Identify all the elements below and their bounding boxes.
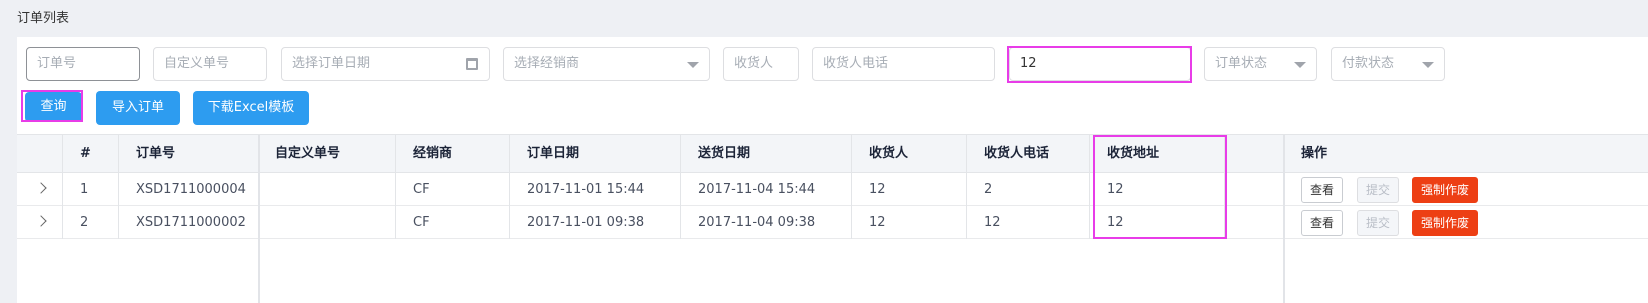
column-header-delivery-date: 送货日期: [698, 146, 751, 161]
column-divider: [1224, 135, 1225, 239]
column-divider: [1089, 135, 1090, 239]
query-button[interactable]: 查询: [25, 92, 82, 122]
cell-address: 12: [1107, 215, 1124, 230]
custom-no-input[interactable]: 自定义单号: [153, 47, 267, 81]
column-divider: [118, 135, 119, 239]
cell-consignee: 12: [869, 215, 886, 230]
table-header: # 订单号 自定义单号 经销商 订单日期 送货日期 收货人 收货人电话 收货地址…: [17, 135, 1648, 173]
consignee-phone-input[interactable]: 收货人电话: [812, 47, 995, 81]
cell-delivery-date: 2017-11-04 09:38: [698, 215, 816, 230]
view-button[interactable]: 查看: [1301, 210, 1344, 236]
order-no-input[interactable]: 订单号: [26, 47, 140, 81]
cell-distributor: CF: [413, 215, 430, 230]
column-divider: [966, 135, 967, 239]
consignee-input[interactable]: 收货人: [723, 47, 799, 81]
column-divider: [680, 135, 681, 239]
fixed-column-divider-right: [1283, 135, 1285, 303]
order-date-picker[interactable]: 选择订单日期: [281, 47, 490, 81]
cell-distributor: CF: [413, 182, 430, 197]
fixed-column-divider-left: [258, 135, 260, 303]
order-panel: 订单号 自定义单号 选择订单日期 选择经销商 收货人 收货人电话 12 订单状态…: [17, 37, 1648, 303]
column-divider: [62, 135, 63, 239]
force-void-button[interactable]: 强制作废: [1412, 177, 1479, 203]
column-header-order-date: 订单日期: [527, 146, 580, 161]
page-title: 订单列表: [17, 11, 70, 26]
order-date-placeholder: 选择订单日期: [292, 56, 371, 71]
column-divider: [395, 135, 396, 239]
column-header-order-no: 订单号: [136, 146, 176, 161]
column-header-actions: 操作: [1301, 146, 1328, 161]
column-header-index: #: [80, 146, 91, 161]
submit-button[interactable]: 提交: [1357, 210, 1400, 236]
submit-button[interactable]: 提交: [1357, 177, 1400, 203]
expand-chevron-icon[interactable]: [35, 215, 47, 227]
column-divider: [851, 135, 852, 239]
cell-order-date: 2017-11-01 15:44: [527, 182, 645, 197]
cell-consignee-phone: 2: [984, 182, 993, 197]
cell-delivery-date: 2017-11-04 15:44: [698, 182, 816, 197]
cell-order-no: XSD1711000004: [136, 182, 246, 197]
distributor-select[interactable]: 选择经销商: [503, 47, 710, 81]
column-header-custom-no: 自定义单号: [275, 146, 341, 161]
calendar-icon: [466, 58, 478, 70]
cell-index: 1: [80, 182, 89, 197]
column-divider: [509, 135, 510, 239]
cell-consignee: 12: [869, 182, 886, 197]
column-header-consignee-phone: 收货人电话: [984, 146, 1050, 161]
address-input[interactable]: 12: [1009, 47, 1191, 81]
cell-address: 12: [1107, 182, 1124, 197]
distributor-placeholder: 选择经销商: [514, 56, 580, 71]
force-void-button[interactable]: 强制作废: [1412, 210, 1479, 236]
table-row: 2 XSD1711000002 CF 2017-11-01 09:38 2017…: [17, 206, 1648, 239]
cell-index: 2: [80, 215, 89, 230]
order-table: # 订单号 自定义单号 经销商 订单日期 送货日期 收货人 收货人电话 收货地址…: [17, 134, 1648, 303]
payment-status-select[interactable]: 付款状态: [1331, 47, 1445, 81]
import-order-button[interactable]: 导入订单: [96, 91, 180, 125]
order-status-select[interactable]: 订单状态: [1204, 47, 1317, 81]
cell-consignee-phone: 12: [984, 215, 1001, 230]
cell-order-date: 2017-11-01 09:38: [527, 215, 645, 230]
expand-chevron-icon[interactable]: [35, 182, 47, 194]
chevron-down-icon: [687, 62, 699, 68]
view-button[interactable]: 查看: [1301, 177, 1344, 203]
table-row: 1 XSD1711000004 CF 2017-11-01 15:44 2017…: [17, 173, 1648, 206]
chevron-down-icon: [1422, 62, 1434, 68]
order-list-page: 订单列表 订单号 自定义单号 选择订单日期 选择经销商 收货人 收货人电话 12…: [0, 0, 1648, 303]
download-excel-template-button[interactable]: 下载Excel模板: [193, 91, 309, 125]
column-header-distributor: 经销商: [413, 146, 453, 161]
chevron-down-icon: [1294, 62, 1306, 68]
cell-order-no: XSD1711000002: [136, 215, 246, 230]
order-status-placeholder: 订单状态: [1215, 56, 1268, 71]
payment-status-placeholder: 付款状态: [1342, 56, 1395, 71]
column-header-consignee: 收货人: [869, 146, 909, 161]
column-header-address: 收货地址: [1107, 146, 1160, 161]
